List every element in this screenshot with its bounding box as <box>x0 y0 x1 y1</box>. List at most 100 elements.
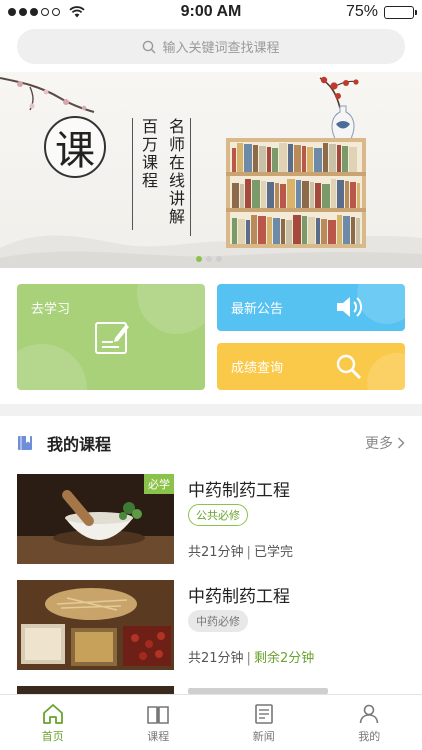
book-spine <box>323 143 328 172</box>
tab-courses[interactable]: 课程 <box>118 702 198 744</box>
book-spine <box>261 181 266 208</box>
banner-carousel[interactable]: 课 百万课程 名师在线讲解 <box>0 72 422 268</box>
book-spine <box>345 181 349 208</box>
book-spine <box>302 216 307 244</box>
course-meta: 共21分钟 | 剩余2分钟 <box>188 647 314 666</box>
go-study-label: 去学习 <box>31 302 71 317</box>
course-item[interactable]: 中药制药工程 中药必修 共21分钟 | 剩余2分钟 <box>17 580 405 670</box>
edit-icon <box>95 322 129 354</box>
chevron-right-icon <box>398 437 405 449</box>
book-spine <box>351 217 355 244</box>
tab-home-label: 首页 <box>41 729 64 743</box>
battery-icon <box>384 5 417 19</box>
news-icon <box>254 703 273 724</box>
tab-news[interactable]: 新闻 <box>224 702 304 744</box>
book-icon <box>147 705 170 724</box>
latest-notice-tile[interactable]: 最新公告 <box>217 284 405 331</box>
book-spine <box>308 217 315 244</box>
course-progress-status: 剩余2分钟 <box>253 651 315 666</box>
course-thumbnail-peek <box>17 686 174 694</box>
book-spine <box>258 216 266 244</box>
meta-separator: | <box>246 545 251 560</box>
book-spine <box>343 216 350 244</box>
course-progress-status: 已学完 <box>253 545 293 560</box>
book-spine <box>315 183 321 208</box>
course-title: 中药制药工程 <box>188 587 290 607</box>
tab-home[interactable]: 首页 <box>13 702 93 744</box>
course-title: 中药制药工程 <box>188 481 290 501</box>
more-courses-link[interactable]: 更多 <box>365 433 405 453</box>
meta-separator: | <box>246 651 251 666</box>
book-spine <box>349 147 357 172</box>
banner-slogan-2: 名师在线讲解 <box>164 118 191 236</box>
book-spine <box>232 148 236 172</box>
book-spine <box>328 220 336 244</box>
course-item[interactable]: 必学 中药制药工程 公共必修 共21分钟 | 已学完 <box>17 474 405 564</box>
course-thumbnail <box>17 580 174 670</box>
book-spine <box>267 182 274 208</box>
book-spine <box>238 219 245 244</box>
course-category-tag: 公共必修 <box>188 504 248 526</box>
book-spine <box>272 148 278 172</box>
carousel-dot[interactable] <box>206 256 212 262</box>
book-spine <box>357 183 360 208</box>
book-spine <box>316 218 320 244</box>
book-spine <box>356 218 360 244</box>
user-icon <box>359 704 379 723</box>
bottom-tab-bar: 首页 课程 新闻 我的 <box>0 694 422 750</box>
book-spine <box>322 184 330 208</box>
next-course-item-peek <box>17 686 405 694</box>
more-label: 更多 <box>365 436 393 452</box>
course-duration: 共21分钟 <box>188 651 244 666</box>
carousel-indicator[interactable] <box>196 256 222 262</box>
book-spine <box>288 144 293 172</box>
go-study-tile[interactable]: 去学习 <box>17 284 205 390</box>
search-placeholder: 输入关键词查找课程 <box>162 41 280 56</box>
book-spine <box>296 180 301 208</box>
bookshelf-illustration <box>226 138 366 248</box>
tab-courses-label: 课程 <box>147 729 170 743</box>
book-spine <box>232 218 237 244</box>
home-icon <box>42 703 63 724</box>
my-courses-title: 我的课程 <box>47 435 112 454</box>
book-spine <box>279 143 287 172</box>
course-character-emblem: 课 <box>44 116 106 178</box>
score-query-tile[interactable]: 成绩查询 <box>217 343 405 390</box>
search-icon <box>143 40 156 53</box>
status-bar: 9:00 AM 75% <box>0 0 422 24</box>
magnifier-icon <box>336 354 362 380</box>
required-badge: 必学 <box>144 474 174 494</box>
battery-percent: 75% <box>345 3 378 20</box>
status-time: 9:00 AM <box>180 3 242 20</box>
search-input[interactable]: 输入关键词查找课程 <box>17 29 405 64</box>
course-category-tag: 中药必修 <box>188 610 248 632</box>
book-spine <box>337 180 344 208</box>
book-spine <box>314 148 322 172</box>
carousel-dot[interactable] <box>216 256 222 262</box>
book-spine <box>240 184 244 208</box>
tab-news-label: 新闻 <box>252 729 275 743</box>
book-spine <box>307 147 313 172</box>
book-spine <box>294 145 301 172</box>
book-spine <box>286 220 292 244</box>
course-duration: 共21分钟 <box>188 545 244 560</box>
book-spine <box>337 215 342 244</box>
carousel-dot[interactable] <box>196 256 202 262</box>
book-spine <box>259 146 266 172</box>
book-spine <box>275 183 279 208</box>
book-spine <box>281 219 285 244</box>
book-spine <box>287 179 295 208</box>
tile-decoration <box>367 353 405 390</box>
tab-profile[interactable]: 我的 <box>329 702 409 744</box>
tile-decoration <box>137 284 205 334</box>
my-courses-header: 我的课程 更多 <box>17 430 405 456</box>
book-spine <box>273 218 280 244</box>
book-spine <box>329 144 336 172</box>
tab-profile-label: 我的 <box>358 729 381 743</box>
wifi-icon <box>69 6 85 18</box>
section-divider <box>0 404 422 416</box>
book-spine <box>342 146 348 172</box>
signal-dot <box>19 8 27 16</box>
score-query-label: 成绩查询 <box>231 361 284 376</box>
book-spine <box>244 144 252 172</box>
